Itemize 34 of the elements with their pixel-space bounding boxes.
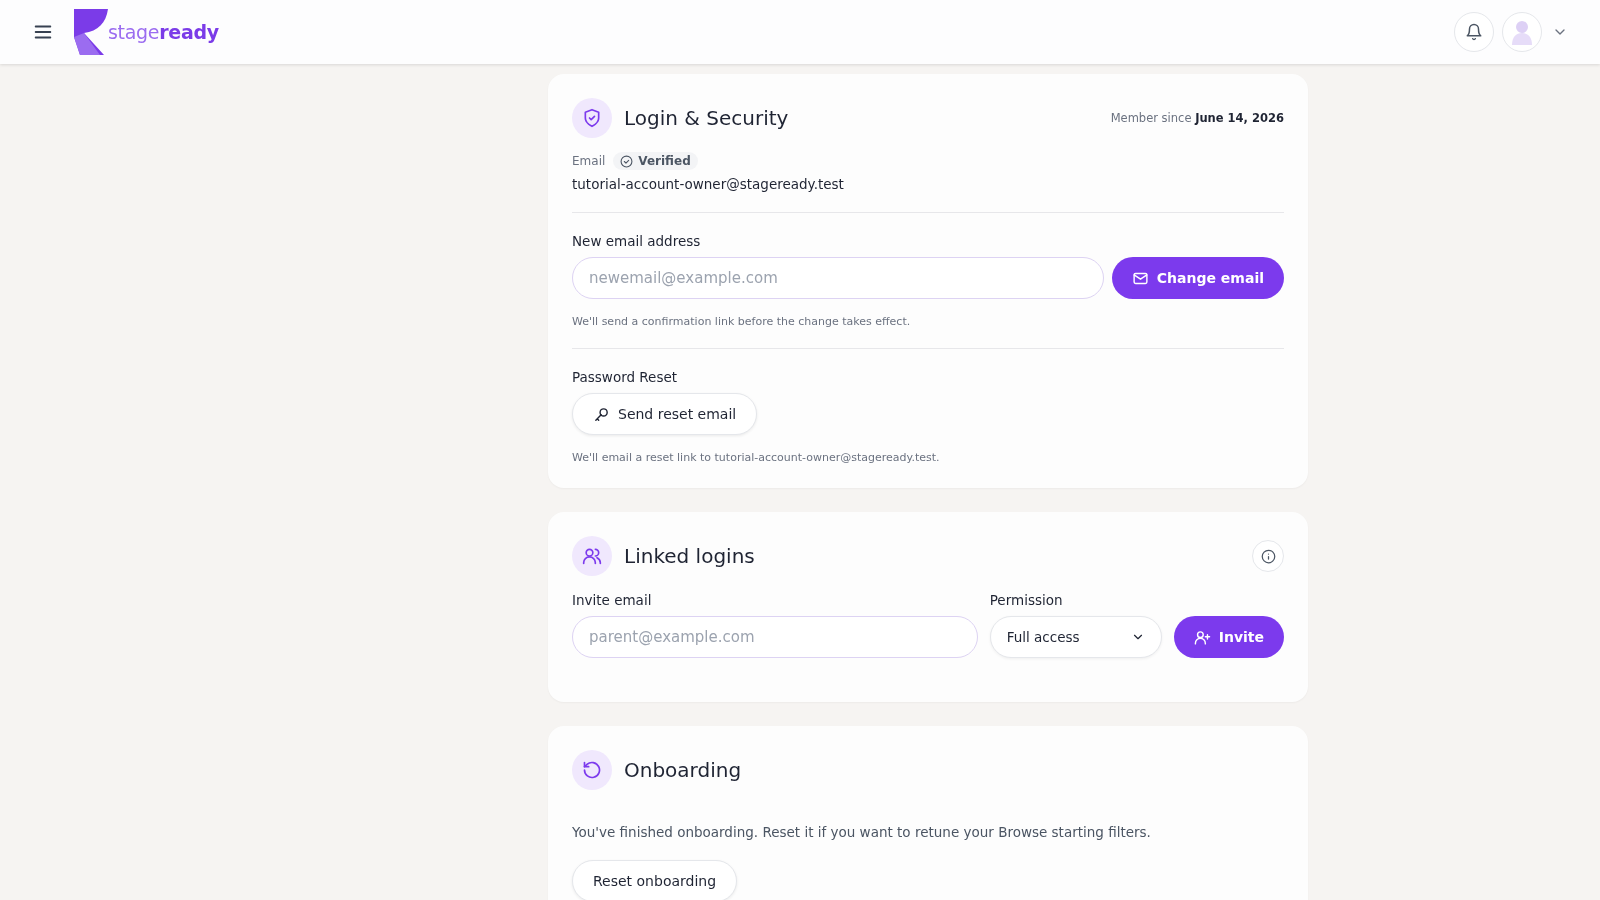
current-email: tutorial-account-owner@stageready.test — [572, 176, 845, 192]
avatar-icon — [1509, 18, 1535, 46]
invite-email-field[interactable]: parent@example.com — [572, 616, 978, 658]
card-title: Onboarding — [624, 758, 742, 782]
member-since-text: Member since June 14, 2026 — [1110, 111, 1284, 125]
field-label: New email address — [572, 233, 702, 249]
field-label: Permission — [989, 592, 1064, 608]
card-title: Linked logins — [624, 544, 755, 568]
shield-check-icon — [582, 108, 602, 128]
card-title: Login & Security — [624, 106, 789, 130]
info-button[interactable] — [1252, 540, 1284, 572]
permission-dropdown[interactable]: Full access — [989, 616, 1162, 658]
notifications-button[interactable] — [1454, 12, 1494, 52]
send-reset-email-button[interactable]: Send reset email — [572, 393, 758, 435]
users-icon — [582, 546, 602, 566]
field-label: Password Reset — [572, 369, 679, 385]
hint-text: We'll email a reset link to tutorial-account-owner@stageready.test. — [572, 451, 941, 464]
logo-mark-icon — [72, 8, 108, 56]
invite-button[interactable]: Invite — [1173, 616, 1284, 658]
onboarding-text: You've finished onboarding. Reset it if you want to retune your Browse starting filters. — [572, 824, 1152, 840]
new-email-field[interactable]: newemail@example.com — [572, 257, 1104, 299]
verified-badge: Verified — [613, 152, 698, 170]
rotate-ccw-icon — [582, 760, 602, 780]
bell-icon — [1465, 23, 1483, 41]
email-label: Email — [572, 154, 606, 168]
logo-wordmark: stageready — [108, 21, 219, 43]
info-icon — [1260, 548, 1276, 564]
change-email-button[interactable]: Change email — [1111, 257, 1284, 299]
hint-text: We'll send a confirmation link before the change takes effect. — [572, 315, 912, 328]
check-circle-icon — [620, 154, 634, 168]
user-plus-icon — [1193, 628, 1211, 646]
key-icon — [593, 405, 610, 423]
field-label: Invite email — [572, 592, 653, 608]
reset-onboarding-button[interactable]: Reset onboarding — [572, 860, 738, 900]
